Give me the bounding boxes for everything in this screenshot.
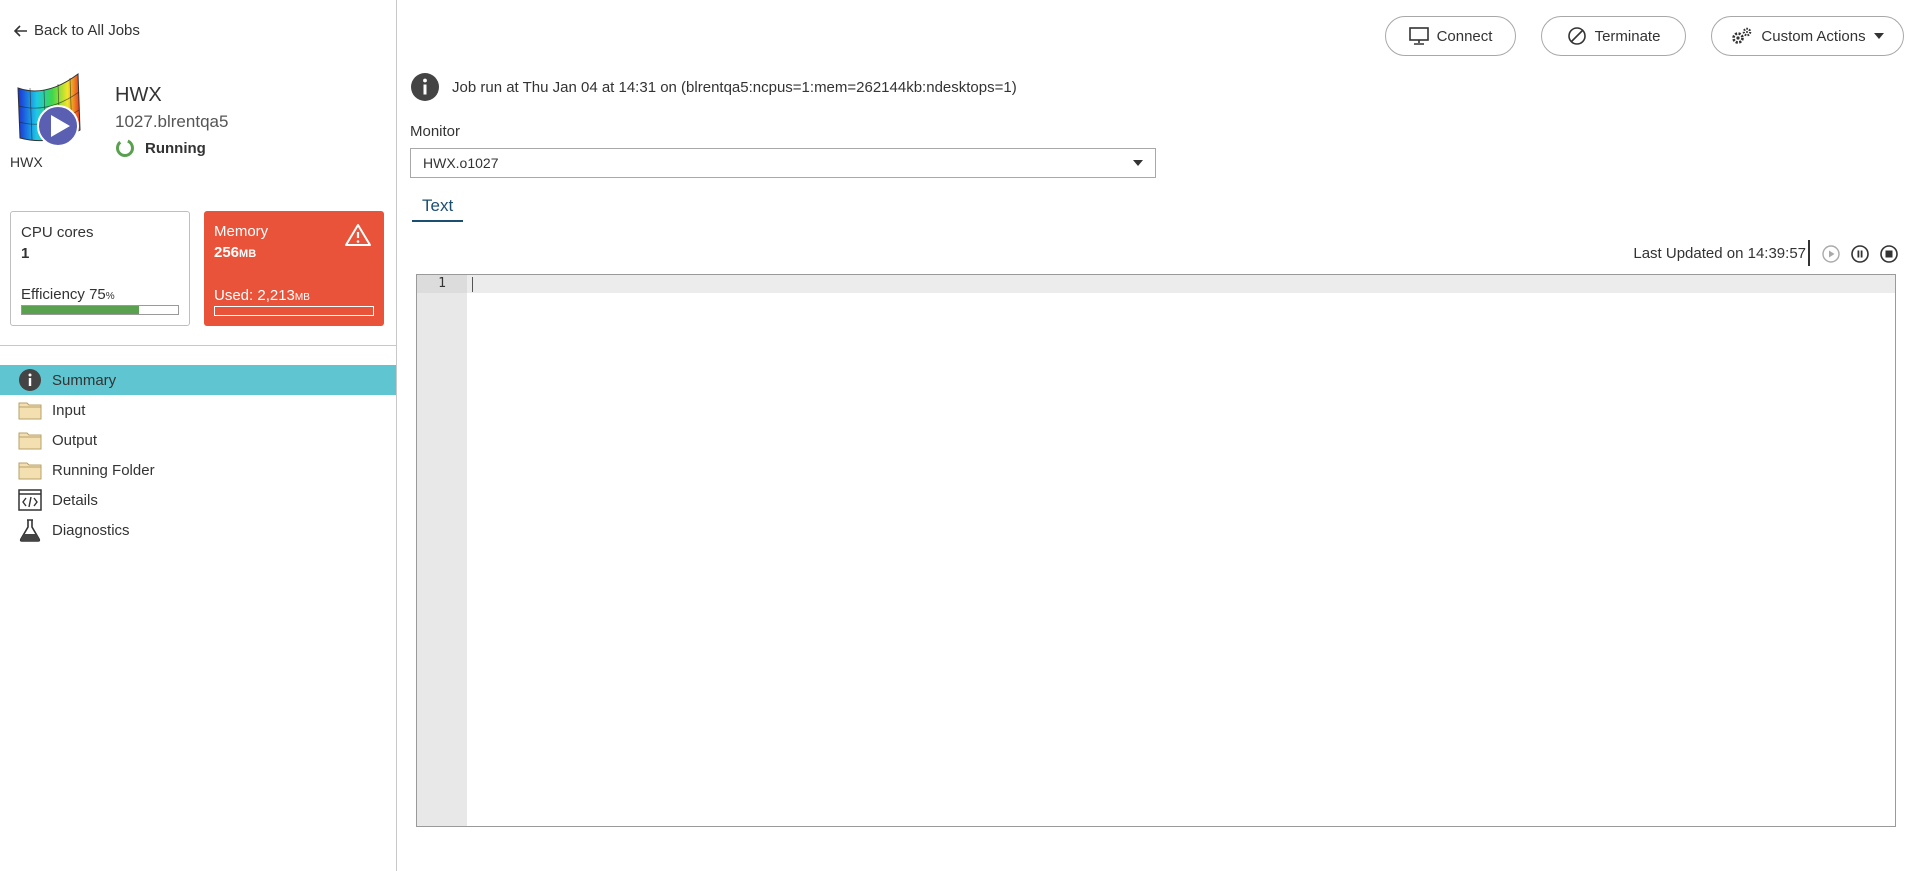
- sidebar-item-output[interactable]: Output: [0, 425, 396, 455]
- monitor-label: Monitor: [410, 123, 461, 140]
- memory-used-label: Used: 2,213: [214, 287, 295, 304]
- monitor-select-value: HWX.o1027: [423, 155, 499, 171]
- memory-value-number: 256: [214, 244, 240, 261]
- controls-separator: [1808, 240, 1810, 266]
- terminate-button[interactable]: Terminate: [1541, 16, 1686, 56]
- custom-actions-button[interactable]: Custom Actions: [1711, 16, 1904, 56]
- stop-icon[interactable]: [1880, 245, 1898, 263]
- job-status: Running: [115, 138, 206, 158]
- job-run-info-text: Job run at Thu Jan 04 at 14:31 on (blren…: [452, 78, 1017, 96]
- sidebar-divider: [0, 345, 397, 346]
- hwx-logo-icon: [16, 72, 82, 152]
- connect-label: Connect: [1436, 27, 1493, 45]
- chevron-down-icon: [1133, 160, 1143, 166]
- ban-icon: [1567, 27, 1586, 45]
- sidebar: Back to All Jobs HWX HWX 1027.blrentqa5: [0, 0, 397, 871]
- sidebar-item-summary[interactable]: Summary: [0, 365, 396, 395]
- cpu-cores-label: CPU cores: [21, 224, 94, 241]
- terminate-label: Terminate: [1594, 27, 1661, 45]
- efficiency-bar: [21, 305, 179, 315]
- memory-used-text: Used: 2,213MB: [214, 287, 310, 304]
- play-icon[interactable]: [1822, 245, 1840, 263]
- sidebar-nav: Summary Input Output Running Folder Deta…: [0, 365, 396, 545]
- editor-active-line: [467, 275, 1895, 293]
- gears-icon: [1732, 27, 1752, 44]
- cpu-cores-value: 1: [21, 245, 30, 262]
- flask-icon: [16, 518, 44, 542]
- job-status-label: Running: [145, 139, 206, 157]
- tab-text[interactable]: Text: [412, 196, 464, 222]
- back-to-all-jobs-link[interactable]: Back to All Jobs: [14, 22, 140, 39]
- sidebar-item-label: Diagnostics: [52, 521, 130, 539]
- sidebar-item-label: Output: [52, 431, 98, 449]
- folder-icon: [16, 398, 44, 422]
- sidebar-item-label: Running Folder: [52, 461, 155, 479]
- job-id: 1027.blrentqa5: [115, 112, 229, 131]
- code-icon: [16, 488, 44, 512]
- last-updated-text: Last Updated on 14:39:57: [1633, 245, 1806, 262]
- info-icon: [411, 73, 439, 101]
- job-run-info: Job run at Thu Jan 04 at 14:31 on (blren…: [410, 72, 1017, 102]
- sidebar-item-label: Summary: [52, 371, 117, 389]
- editor-cursor: [472, 277, 473, 292]
- memory-used-unit: MB: [294, 292, 310, 303]
- monitor-icon: [1408, 27, 1429, 45]
- monitor-select[interactable]: HWX.o1027: [410, 148, 1156, 178]
- sidebar-item-diagnostics[interactable]: Diagnostics: [0, 515, 396, 545]
- line-number: 1: [417, 275, 467, 293]
- efficiency-text: Efficiency 75%: [21, 286, 115, 303]
- main-panel: Connect Terminate Custom Actions Job run…: [398, 0, 1912, 871]
- custom-actions-label: Custom Actions: [1761, 27, 1866, 45]
- efficiency-bar-fill: [22, 306, 139, 314]
- text-editor[interactable]: 1: [416, 274, 1896, 827]
- memory-card: Memory 256MB Used: 2,213MB: [204, 211, 384, 326]
- efficiency-label: Efficiency 75: [21, 286, 106, 303]
- back-link-label: Back to All Jobs: [34, 22, 140, 39]
- sidebar-item-running-folder[interactable]: Running Folder: [0, 455, 396, 485]
- pause-icon[interactable]: [1851, 245, 1869, 263]
- chevron-down-icon: [1873, 33, 1884, 39]
- sidebar-item-label: Input: [52, 401, 86, 419]
- efficiency-unit: %: [105, 291, 115, 302]
- editor-gutter: [417, 275, 467, 826]
- folder-icon: [16, 428, 44, 452]
- sidebar-item-input[interactable]: Input: [0, 395, 396, 425]
- arrow-left-icon: [14, 24, 27, 37]
- warning-icon: [345, 224, 371, 246]
- sidebar-item-details[interactable]: Details: [0, 485, 396, 515]
- running-spinner-icon: [116, 139, 134, 157]
- info-icon: [16, 368, 44, 392]
- sidebar-item-label: Details: [52, 491, 98, 509]
- app-label: HWX: [10, 154, 43, 170]
- memory-used-bar: [214, 306, 374, 316]
- folder-icon: [16, 458, 44, 482]
- memory-value-unit: MB: [239, 248, 257, 260]
- cpu-cores-card: CPU cores 1 Efficiency 75%: [10, 211, 190, 326]
- job-title: HWX: [115, 84, 162, 106]
- connect-button[interactable]: Connect: [1385, 16, 1516, 56]
